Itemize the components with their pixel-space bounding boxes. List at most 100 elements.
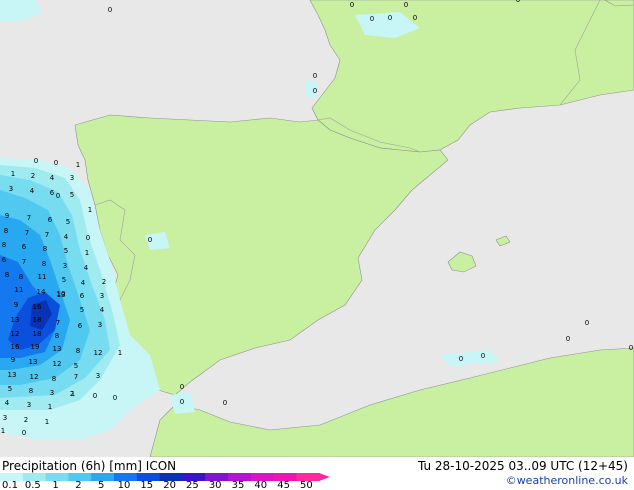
color-scale-tick-label: 15 (140, 480, 154, 490)
color-scale-tick-label: 2 (75, 480, 82, 490)
precip-value-label: 9 (11, 356, 15, 364)
precip-value-label: 8 (2, 241, 6, 249)
precip-value-label: 0 (113, 394, 117, 402)
precip-value-label: 0 (223, 399, 227, 407)
color-scale-tick-label: 25 (186, 480, 199, 490)
precip-value-label: 3 (96, 372, 100, 380)
precip-value-label: 7 (45, 231, 49, 239)
precip-value-label: 0 (180, 383, 184, 391)
precip-value-label: 0 (180, 398, 184, 406)
precip-value-label: 6 (78, 322, 83, 330)
color-scale-arrow (319, 473, 330, 481)
precip-value-label: 3 (100, 292, 104, 300)
precip-value-label: 0 (108, 6, 112, 14)
precip-value-label: 0 (388, 14, 392, 22)
precip-value-label: 13 (8, 371, 17, 379)
precip-value-label: 5 (64, 247, 68, 255)
precip-value-label: 7 (25, 229, 29, 237)
precip-value-label: 6 (50, 189, 55, 197)
precip-value-label: 8 (52, 375, 56, 383)
precip-value-label: 7 (56, 319, 60, 327)
precip-value-label: 3 (9, 185, 13, 193)
precip-value-label: 8 (4, 227, 8, 235)
precip-value-label: 16 (33, 303, 42, 311)
precip-value-label: 11 (38, 273, 47, 281)
precip-value-label: 0 (370, 15, 374, 23)
precip-value-label: 1 (71, 390, 75, 398)
precip-value-label: 18 (33, 330, 42, 338)
credit-link[interactable]: ©weatheronline.co.uk (506, 474, 628, 487)
precip-value-label: 1 (85, 249, 89, 257)
precip-value-label: 0 (566, 335, 570, 343)
precip-value-label: 5 (70, 191, 74, 199)
precip-value-label: 5 (66, 218, 70, 226)
precip-value-label: 8 (29, 387, 33, 395)
map-viewer: 1 2 4 3 0 0 3 4 6 5 1 9 7 6 5 1 8 7 7 4 8 6 8 5 6 7 8 3 1 0 8 8 11 5 4 11 14… (0, 0, 634, 490)
precip-value-label: 2 (31, 172, 35, 180)
precip-value-label: 4 (81, 279, 86, 287)
precip-value-label: 9 (14, 301, 18, 309)
precip-value-label: 8 (76, 347, 80, 355)
precip-value-label: 6 (48, 216, 53, 224)
precip-value-label: 4 (5, 399, 10, 407)
color-scale-tick-label: 5 (98, 480, 105, 490)
precip-value-label: 0 (56, 192, 60, 200)
precip-value-label: 8 (42, 260, 46, 268)
precip-value-label: 1 (45, 418, 49, 426)
color-scale-tick-label: 30 (208, 480, 222, 490)
precip-value-label: 0 (86, 234, 90, 242)
color-scale-tick-label: 10 (117, 480, 131, 490)
color-scale-tick-label: 45 (277, 480, 290, 490)
precip-value-label: 3 (63, 262, 67, 270)
precip-value-label: 6 (22, 243, 27, 251)
legend-bar: Precipitation (6h) [mm] ICON Tu 28-10-20… (0, 457, 634, 490)
precip-value-label: 4 (100, 306, 105, 314)
precip-value-label: 1 (118, 349, 122, 357)
precip-value-label: 5 (62, 276, 66, 284)
precip-value-label: 13 (29, 358, 38, 366)
precip-value-label: 4 (64, 233, 69, 241)
precip-value-label: 7 (22, 258, 26, 266)
precip-value-label: 1 (76, 161, 80, 169)
precip-value-label: 0 (22, 429, 26, 437)
precip-value-label: 0 (516, 0, 520, 4)
color-scale-tick-label: 40 (254, 480, 268, 490)
precip-value-label: 6 (2, 256, 7, 264)
precip-value-label: 3 (70, 174, 74, 182)
valid-time: Tu 28-10-2025 03..09 UTC (12+45) (417, 459, 628, 473)
precip-value-label: 0 (585, 319, 589, 327)
precip-value-label: 0 (350, 1, 354, 9)
precip-value-label: 0 (93, 392, 97, 400)
precip-value-label: 12 (53, 360, 62, 368)
precip-value-label: 19 (31, 343, 40, 351)
precip-value-label: 1 (88, 206, 92, 214)
precip-value-label: 5 (8, 385, 12, 393)
precip-value-label: 1 (1, 427, 5, 435)
precip-value-label: 9 (5, 212, 9, 220)
color-scale-tick-label: 1 (52, 480, 59, 490)
precip-value-label: 0 (54, 159, 58, 167)
precip-value-label: 8 (5, 271, 9, 279)
precip-value-label: 2 (102, 278, 106, 286)
precip-value-label: 5 (80, 306, 84, 314)
precip-value-label: 16 (11, 343, 20, 351)
precip-value-label: 0 (459, 355, 463, 363)
precip-value-label: 12 (94, 349, 103, 357)
precip-value-label: 0 (313, 87, 317, 95)
precip-value-label: 6 (80, 292, 85, 300)
precip-value-label: 0 (34, 157, 38, 165)
precip-value-label: 8 (55, 332, 59, 340)
precip-value-label: 11 (15, 286, 24, 294)
precip-value-label: 0 (313, 72, 317, 80)
precipitation-map: 1 2 4 30 03 4 6 519 7 6 518 7 7 48 6 8 56 7 8 3108 8 11 5411 14… (0, 0, 634, 457)
color-scale-tick-label: 0.5 (24, 480, 41, 490)
precip-value-label: 1 (48, 403, 52, 411)
precip-value-label: 7 (74, 373, 78, 381)
precip-value-label: 3 (3, 414, 7, 422)
precip-value-label: 13 (53, 345, 62, 353)
precip-value-label: 7 (27, 214, 31, 222)
precip-value-label: 8 (19, 273, 23, 281)
color-scale-tick-label: 35 (231, 480, 245, 490)
precip-value-label: 18 (33, 316, 42, 324)
precip-value-label: 1 (11, 170, 15, 178)
